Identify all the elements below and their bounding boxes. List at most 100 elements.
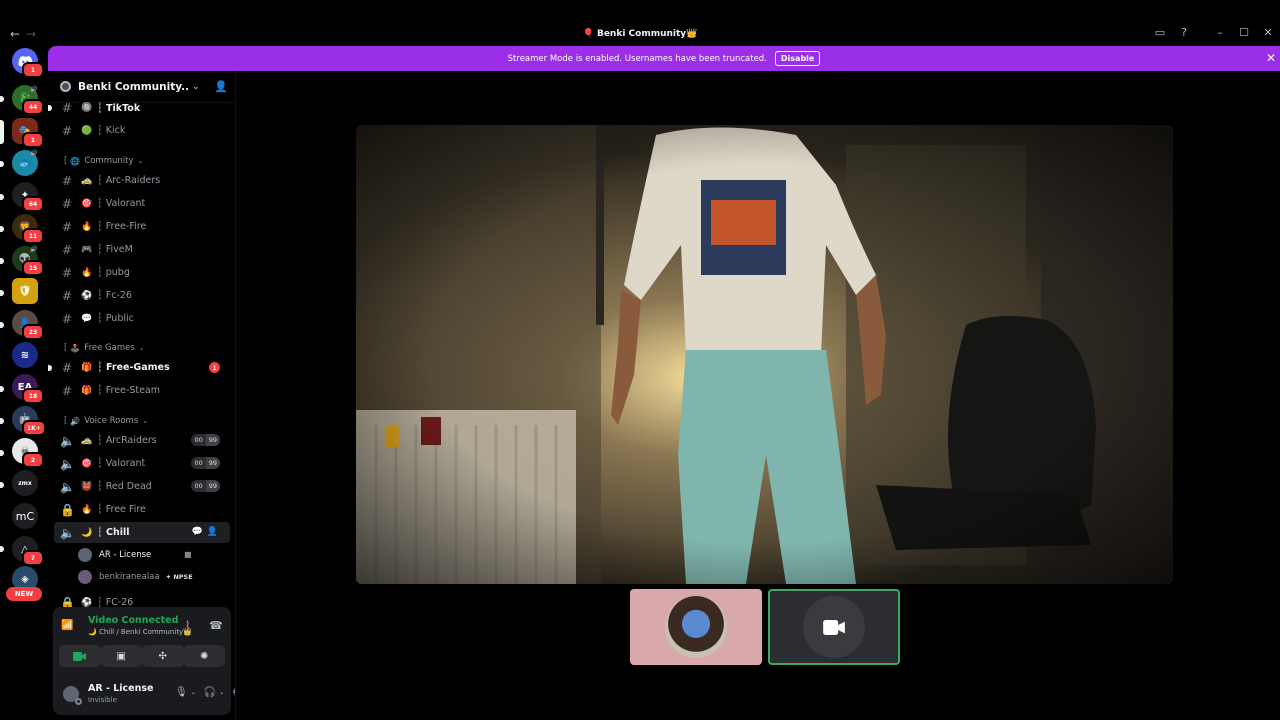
- minimize-button[interactable]: –: [1208, 26, 1232, 39]
- status-indicator: [75, 698, 82, 705]
- gear-icon[interactable]: ⚙: [232, 687, 235, 698]
- channel-pubg[interactable]: # 🔥 ┆ pubg: [54, 262, 230, 283]
- screen-share-button[interactable]: ▣: [100, 645, 142, 667]
- voice-user[interactable]: benkiranealaa ✦ NPSE: [78, 567, 193, 587]
- channel-free-fire[interactable]: # 🔥 ┆ Free-Fire: [54, 216, 230, 237]
- server-icon[interactable]: zmx: [12, 470, 38, 496]
- camera-button[interactable]: [59, 645, 101, 667]
- hash-icon: #: [61, 219, 73, 234]
- activities-button[interactable]: ✣: [142, 645, 184, 667]
- inbox-icon[interactable]: ▭: [1148, 26, 1172, 39]
- channel-tiktok[interactable]: # 🔘 ┆ TikTok: [48, 98, 230, 118]
- unread-indicator: [0, 322, 4, 328]
- close-icon[interactable]: ✕: [1266, 51, 1276, 65]
- crown-icon: 👑: [686, 29, 698, 39]
- voice-user-name: benkiranealaa: [99, 572, 160, 582]
- video-stream[interactable]: [356, 125, 1173, 584]
- server-icon[interactable]: ≋: [12, 342, 38, 368]
- voice-channel-chill[interactable]: 🔈 🌙 ┆ Chill 💬👤: [54, 522, 230, 543]
- streamer-mode-banner: Streamer Mode is enabled. Usernames have…: [48, 46, 1280, 71]
- voice-status[interactable]: Video Connected: [88, 615, 178, 626]
- channel-label: ┆ Free-Games: [97, 362, 170, 373]
- channel-arc-raiders[interactable]: # 🚕 ┆ Arc-Raiders: [54, 170, 230, 191]
- voice-user-name: AR - License: [99, 550, 152, 560]
- speaker-icon: 🔈: [60, 525, 75, 540]
- headphones-icon[interactable]: 🎧: [204, 687, 216, 698]
- voice-channel-free-fire[interactable]: 🔒 🔥 ┆ Free Fire: [54, 499, 230, 520]
- voice-channel-red-dead[interactable]: 🔈 👹 ┆ Red Dead 00 99: [54, 476, 230, 497]
- channel-label: ┆ pubg: [97, 267, 130, 278]
- participant-tile-camera-off[interactable]: [768, 589, 900, 665]
- channel-label: ┆ Free-Steam: [97, 385, 161, 396]
- microphone-icon[interactable]: 🎙: [175, 687, 188, 698]
- title-emoji: 🎈: [582, 29, 594, 39]
- channel-emoji: 👹: [81, 481, 93, 492]
- channel-valorant[interactable]: # 🎯 ┆ Valorant: [54, 193, 230, 214]
- server-icon[interactable]: 🛡: [12, 278, 38, 304]
- channel-kick[interactable]: # 🟢 ┆ Kick: [54, 120, 230, 141]
- close-button[interactable]: ✕: [1256, 26, 1280, 39]
- speaker-icon: 🔈: [60, 479, 75, 494]
- channel-emoji: 🔥: [81, 221, 93, 232]
- soundboard-icon: ✺: [200, 650, 209, 662]
- unread-indicator: [0, 96, 4, 102]
- chevron-down-icon[interactable]: ⌄: [219, 687, 224, 698]
- category-emoji: 🌐: [70, 156, 81, 166]
- channel-label: ┆ TikTok: [97, 102, 141, 114]
- category-voice-rooms[interactable]: [ 🔊 Voice Rooms ⌄: [64, 413, 148, 429]
- channel-emoji: 🔥: [81, 504, 93, 515]
- screen-share-icon: ▣: [116, 650, 126, 662]
- user-name[interactable]: AR - License: [88, 683, 153, 694]
- channel-actions: 💬👤: [192, 527, 222, 537]
- channel-free-games[interactable]: # 🎁 ┆ Free-Games 1: [48, 357, 230, 378]
- participant-tiles: [630, 589, 900, 665]
- hash-icon: #: [61, 123, 73, 138]
- voice-connection: 📶 Video Connected 🌙 Chill / Benki Commun…: [59, 613, 225, 641]
- user-tag: ✦ NPSE: [165, 573, 193, 581]
- window-controls: ▭ ? – ☐ ✕: [1148, 26, 1280, 39]
- voice-channel-arcraiders[interactable]: 🔈 🚕 ┆ ArcRaiders 00 99: [54, 430, 230, 451]
- lock-icon: 🔒: [60, 502, 75, 517]
- channel-emoji: 🎁: [81, 385, 93, 396]
- user-count: 00 99: [191, 457, 220, 469]
- channel-label: ┆ Free-Fire: [97, 221, 147, 232]
- voice-panel: 📶 Video Connected 🌙 Chill / Benki Commun…: [53, 607, 235, 715]
- chevron-down-icon[interactable]: ⌄: [191, 687, 196, 698]
- category-community[interactable]: [ 🌐 Community ⌄: [64, 153, 143, 169]
- avatar: [803, 596, 865, 658]
- channel-free-steam[interactable]: # 🎁 ┆ Free-Steam: [54, 380, 230, 401]
- add-user-icon[interactable]: 👤: [214, 80, 228, 93]
- voice-user[interactable]: AR - License ■: [78, 545, 192, 565]
- server-badge: 11: [22, 228, 44, 244]
- help-icon[interactable]: ?: [1172, 26, 1196, 39]
- channel-label: ┆ Public: [97, 313, 134, 324]
- voice-location[interactable]: 🌙 Chill / Benki Community👑: [88, 628, 192, 636]
- location-text: Chill / Benki Community: [98, 628, 184, 636]
- server-icon[interactable]: mC: [12, 503, 38, 529]
- chat-icon[interactable]: 💬: [192, 527, 207, 537]
- soundboard-button[interactable]: ✺: [183, 645, 225, 667]
- noise-suppression-icon[interactable]: ⌇: [185, 619, 190, 632]
- channel-fc-26[interactable]: # ⚽ ┆ Fc-26: [54, 285, 230, 306]
- count-current: 00: [191, 434, 206, 446]
- server-badge: 18: [22, 388, 44, 404]
- voice-buttons: ▣ ✣ ✺: [59, 645, 225, 667]
- home-badge: 1: [22, 62, 44, 78]
- channel-label: ┆ Fc-26: [97, 290, 132, 301]
- maximize-button[interactable]: ☐: [1232, 26, 1256, 39]
- channel-public[interactable]: # 💬 ┆ Public: [54, 308, 230, 329]
- unread-indicator: [0, 258, 4, 264]
- hash-icon: #: [61, 311, 73, 326]
- disconnect-icon[interactable]: ☎: [209, 619, 223, 632]
- category-free-games[interactable]: [ 🕹️ Free Games ⌄: [64, 340, 145, 356]
- invite-icon[interactable]: 👤: [207, 527, 222, 537]
- voice-channel-valorant[interactable]: 🔈 🎯 ┆ Valorant 00 99: [54, 453, 230, 474]
- disable-streamer-mode-button[interactable]: Disable: [774, 51, 821, 66]
- server-rail: 1 🐉 🔊 44 🎭 1 🐟 🔊 ✦ 64 🦁 11 👽 🔊 15 🛡 👤 23…: [0, 46, 48, 720]
- user-count: 00 99: [191, 434, 220, 446]
- unread-indicator: [0, 161, 4, 167]
- participant-tile[interactable]: [630, 589, 762, 665]
- hash-icon: #: [61, 383, 73, 398]
- channel-fivem[interactable]: # 🎮 ┆ FiveM: [54, 239, 230, 260]
- signal-icon[interactable]: 📶: [61, 620, 73, 631]
